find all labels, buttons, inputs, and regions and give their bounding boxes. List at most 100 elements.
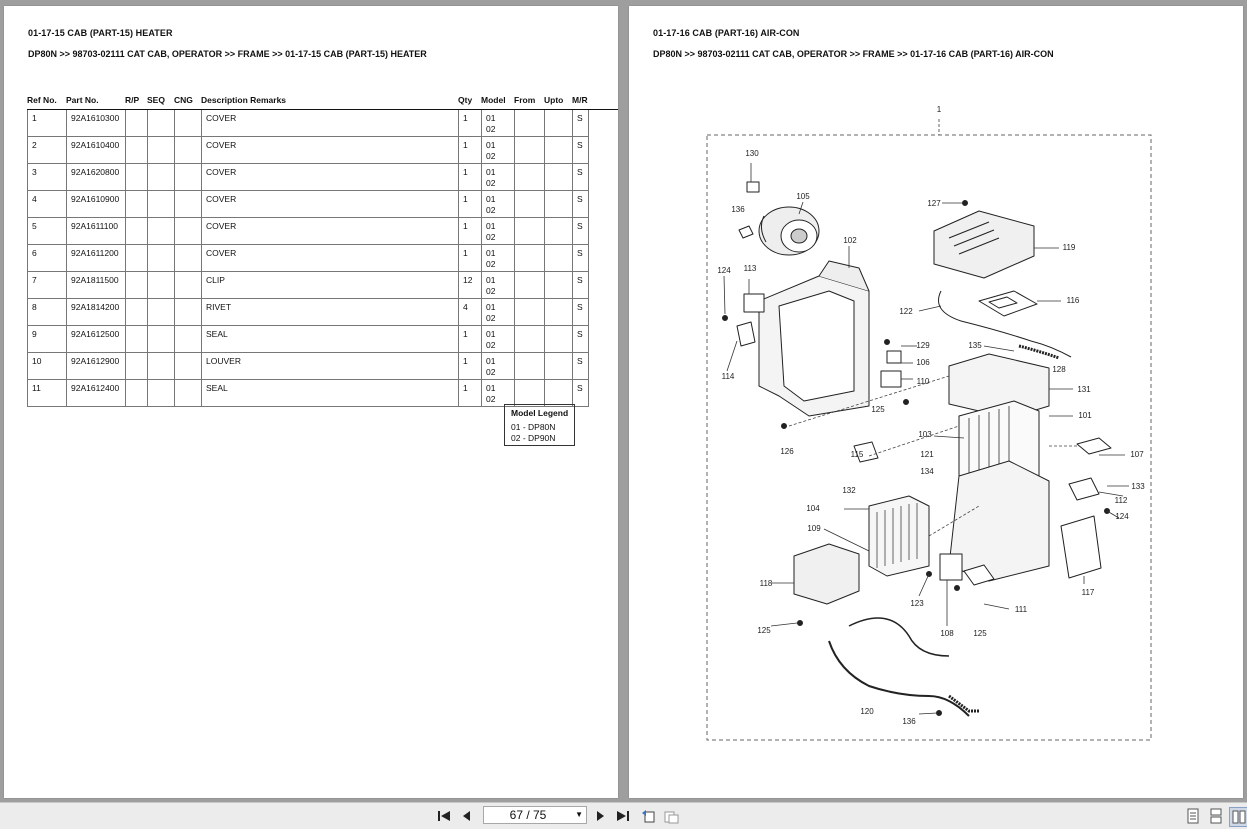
single-page-icon[interactable]: [1184, 807, 1202, 825]
cell-rp: [125, 191, 147, 217]
table-row[interactable]: 3 92A1620800 COVER 1 01 02 S: [27, 164, 589, 191]
cell-model: 01 02: [481, 191, 514, 217]
col-from: From: [514, 95, 536, 105]
cell-desc: COVER: [201, 218, 458, 244]
part-callout-label: 105: [796, 192, 810, 201]
first-page-icon[interactable]: [435, 807, 453, 825]
cell-part: 92A1610300: [66, 110, 125, 136]
cell-from: [514, 353, 544, 379]
forward-view-icon[interactable]: [662, 807, 680, 825]
cell-part: 92A1611200: [66, 245, 125, 271]
table-row[interactable]: 10 92A1612900 LOUVER 1 01 02 S: [27, 353, 589, 380]
part-callout-label: 127: [927, 199, 941, 208]
cell-desc: SEAL: [201, 326, 458, 352]
col-part-no: Part No.: [66, 95, 99, 105]
cell-ref: 4: [27, 191, 66, 217]
model-code: 02: [486, 204, 496, 215]
cell-qty: 1: [458, 191, 481, 217]
part-callout-label: 119: [1063, 243, 1076, 252]
next-page-icon[interactable]: [591, 807, 609, 825]
cell-qty: 1: [458, 110, 481, 136]
col-cng: CNG: [174, 95, 193, 105]
table-row[interactable]: 11 92A1612400 SEAL 1 01 02 S: [27, 380, 589, 407]
part-callout-label: 115: [851, 450, 864, 459]
cell-seq: [147, 164, 174, 190]
table-row[interactable]: 8 92A1814200 RIVET 4 01 02 S: [27, 299, 589, 326]
cell-ref: 7: [27, 272, 66, 298]
part-callout-label: 128: [1052, 365, 1066, 374]
cell-upto: [544, 110, 572, 136]
cell-upto: [544, 245, 572, 271]
part-callout-label: 136: [902, 717, 916, 726]
cell-model: 01 02: [481, 218, 514, 244]
cell-model: 01 02: [481, 164, 514, 190]
part-callout-label: 118: [760, 579, 773, 588]
cell-mr: S: [572, 272, 589, 298]
cell-part: 92A1611100: [66, 218, 125, 244]
part-callout-label: 125: [973, 629, 987, 638]
part-callout-label: 136: [731, 205, 745, 214]
cell-ref: 6: [27, 245, 66, 271]
left-page: 01-17-15 CAB (PART-15) HEATER DP80N >> 9…: [4, 6, 618, 798]
cell-ref: 1: [27, 110, 66, 136]
cell-desc: LOUVER: [201, 353, 458, 379]
cell-ref: 10: [27, 353, 66, 379]
cell-mr: S: [572, 110, 589, 136]
prev-page-icon[interactable]: [458, 807, 476, 825]
table-row[interactable]: 1 92A1610300 COVER 1 01 02 S: [27, 110, 589, 137]
cell-seq: [147, 380, 174, 406]
table-row[interactable]: 5 92A1611100 COVER 1 01 02 S: [27, 218, 589, 245]
facing-pages-icon[interactable]: [1229, 807, 1247, 827]
cell-qty: 1: [458, 380, 481, 406]
cell-model: 01 02: [481, 299, 514, 325]
part-callout-label: 103: [918, 430, 932, 439]
page-number-select[interactable]: 67 / 75 ▼: [483, 806, 587, 824]
part-callout-label: 121: [920, 450, 934, 459]
cell-cng: [174, 137, 201, 163]
cell-cng: [174, 380, 201, 406]
cell-upto: [544, 353, 572, 379]
table-row[interactable]: 2 92A1610400 COVER 1 01 02 S: [27, 137, 589, 164]
part-callout-label: 113: [744, 264, 757, 273]
table-row[interactable]: 9 92A1612500 SEAL 1 01 02 S: [27, 326, 589, 353]
cell-mr: S: [572, 326, 589, 352]
model-code: 02: [486, 231, 496, 242]
cell-cng: [174, 299, 201, 325]
cell-desc: COVER: [201, 164, 458, 190]
cell-rp: [125, 245, 147, 271]
col-description: Description Remarks: [201, 95, 287, 105]
table-row[interactable]: 4 92A1610900 COVER 1 01 02 S: [27, 191, 589, 218]
cell-model: 01 02: [481, 353, 514, 379]
parts-table-body: 1 92A1610300 COVER 1 01 02 S 2 92A1610400 COVER 1 0…: [27, 110, 589, 407]
cell-model: 01 02: [481, 245, 514, 271]
cell-mr: S: [572, 137, 589, 163]
cell-cng: [174, 164, 201, 190]
model-code: 01: [486, 383, 496, 393]
part-callout-label: 110: [917, 377, 930, 386]
model-code: 01: [486, 194, 496, 204]
cell-mr: S: [572, 380, 589, 406]
cell-rp: [125, 272, 147, 298]
cell-upto: [544, 380, 572, 406]
model-code: 01: [486, 302, 496, 312]
parts-table-header: Ref No. Part No. R/P SEQ CNG Description…: [27, 93, 618, 110]
cell-cng: [174, 353, 201, 379]
last-page-icon[interactable]: [614, 807, 632, 825]
part-callout-label: 123: [910, 599, 924, 608]
part-callout-label: 117: [1082, 588, 1095, 597]
model-code: 02: [486, 339, 496, 350]
table-row[interactable]: 7 92A1811500 CLIP 12 01 02 S: [27, 272, 589, 299]
cell-mr: S: [572, 299, 589, 325]
continuous-page-icon[interactable]: [1207, 807, 1225, 825]
part-callout-label: 1: [937, 105, 942, 114]
cell-rp: [125, 326, 147, 352]
table-row[interactable]: 6 92A1611200 COVER 1 01 02 S: [27, 245, 589, 272]
back-view-icon[interactable]: [639, 807, 657, 825]
cell-desc: COVER: [201, 191, 458, 217]
cell-rp: [125, 164, 147, 190]
cell-model: 01 02: [481, 137, 514, 163]
cell-ref: 2: [27, 137, 66, 163]
model-legend-item: 02 - DP90N: [511, 433, 556, 443]
cell-part: 92A1814200: [66, 299, 125, 325]
cell-model: 01 02: [481, 326, 514, 352]
